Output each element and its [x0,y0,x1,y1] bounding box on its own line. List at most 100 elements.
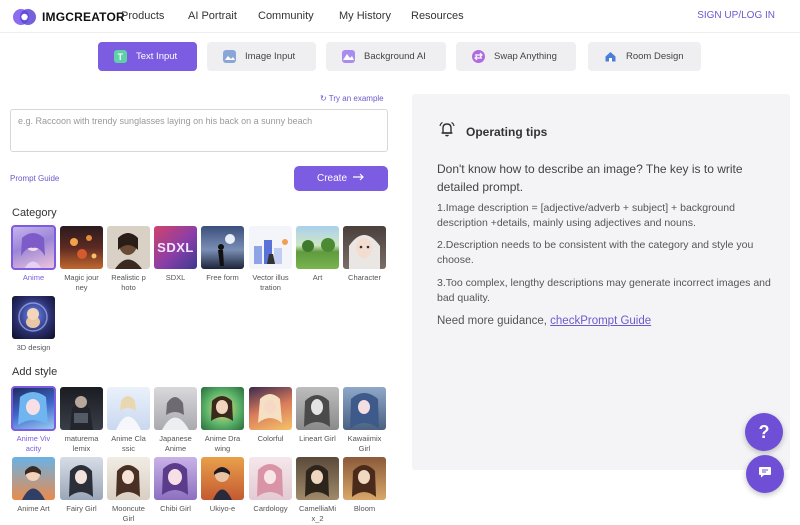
style-thumbnail [296,457,339,500]
style-chibi-girl[interactable]: Chibi Girl [154,457,197,514]
category-thumbnail: SDXL [154,226,197,269]
top-navigation: IMGCREATOR Products AI Portrait Communit… [0,0,800,33]
guidance-text: Need more guidance, checkPrompt Guide [437,315,651,327]
tab-background-ai[interactable]: Background AI [326,42,446,71]
background-ai-icon [342,50,355,63]
category-thumbnail [343,226,386,269]
style-label: Anime Cla ssic [111,434,146,453]
style-label: Anime Dra wing [204,434,241,453]
check-prompt-guide-link[interactable]: checkPrompt Guide [550,315,651,327]
nav-products[interactable]: Products [121,10,164,22]
category-thumbnail [11,225,56,270]
category-thumbnail [107,226,150,269]
style-thumbnail [60,387,103,430]
category-label: Realistic p hoto [111,273,146,292]
bell-icon [438,120,456,143]
add-style-title: Add style [12,366,58,378]
category-realistic-photo[interactable]: Realistic p hoto [107,226,150,293]
style-camelliamix-2[interactable]: CamelliaMi x_2 [296,457,339,524]
tab-swap-anything[interactable]: Swap Anything [456,42,576,71]
category-title: Category [12,207,57,219]
tab-image-input[interactable]: Image Input [207,42,316,71]
guidance-prefix: Need more guidance, [437,315,551,327]
style-thumbnail [11,386,56,431]
style-label: Cardology [253,504,288,513]
swap-anything-icon [472,50,485,63]
nav-resources[interactable]: Resources [411,10,464,22]
style-label: Colorful [257,434,284,443]
style-thumbnail [107,387,150,430]
tab-text-input[interactable]: T Text Input [98,42,197,71]
style-kawaiimix-girl[interactable]: Kawaiimix Girl [343,387,386,454]
category-3d-design[interactable]: 3D design [12,296,55,353]
style-anime-vivacity[interactable]: Anime Viv acity [11,386,56,454]
category-free-form[interactable]: Free form [201,226,244,283]
prompt-input[interactable] [10,109,388,152]
tab-label: Text Input [136,51,178,62]
style-colorful[interactable]: Colorful [249,387,292,444]
category-thumbnail [60,226,103,269]
style-fairy-girl[interactable]: Fairy Girl [60,457,103,514]
nav-community[interactable]: Community [258,10,314,22]
style-thumbnail [249,387,292,430]
category-vector-illustration[interactable]: Vector illus tration [249,226,292,293]
try-example-link[interactable]: ↻ Try an example [320,94,384,103]
style-japanese-anime[interactable]: Japanese Anime [154,387,197,454]
style-anime-classic[interactable]: Anime Cla ssic [107,387,150,454]
style-label: Chibi Girl [160,504,191,513]
try-example-label: Try an example [328,94,384,103]
nav-ai-portrait[interactable]: AI Portrait [188,10,237,22]
style-label: Anime Viv acity [16,434,51,453]
chat-icon [757,464,773,485]
style-label: Fairy Girl [66,504,97,513]
arrow-right-icon [353,173,365,184]
prompt-guide-link[interactable]: Prompt Guide [10,174,59,183]
style-thumbnail [154,387,197,430]
style-thumbnail [343,457,386,500]
tips-header: Operating tips [438,120,547,143]
tip-item: 3.Too complex, lengthy descriptions may … [437,277,771,304]
category-anime[interactable]: Anime [11,225,56,283]
create-label: Create [316,173,347,184]
category-label: Vector illus tration [252,273,289,292]
category-thumbnail [296,226,339,269]
category-sdxl[interactable]: SDXL SDXL [154,226,197,283]
image-input-icon [223,50,236,63]
category-label: Character [348,273,381,282]
category-art[interactable]: Art [296,226,339,283]
style-label: Lineart Girl [299,434,336,443]
style-lineart-girl[interactable]: Lineart Girl [296,387,339,444]
tab-room-design[interactable]: Room Design [588,42,701,71]
style-thumbnail [107,457,150,500]
help-button[interactable]: ? [745,413,783,451]
tip-item: 2.Description needs to be consistent wit… [437,239,754,266]
style-label: CamelliaMi x_2 [298,504,337,523]
brand-logo[interactable]: IMGCREATOR [12,7,125,27]
style-anime-drawing[interactable]: Anime Dra wing [201,387,244,454]
category-label: Magic jour ney [64,273,99,292]
style-label: Kawaiimix Girl [347,434,382,453]
tab-label: Swap Anything [494,51,557,62]
style-label: Mooncute Girl [112,504,145,523]
chat-button[interactable] [746,455,784,493]
style-anime-art[interactable]: Anime Art [12,457,55,514]
style-thumbnail [60,457,103,500]
create-button[interactable]: Create [294,166,388,191]
style-label: Anime Art [17,504,50,513]
sdxl-text: SDXL [157,240,194,255]
style-ukiyo-e[interactable]: Ukiyo-e [201,457,244,514]
style-cardology[interactable]: Cardology [249,457,292,514]
style-maturemalemix[interactable]: maturema lemix [60,387,103,454]
category-thumbnail [12,296,55,339]
style-bloom[interactable]: Bloom [343,457,386,514]
signup-login-link[interactable]: SIGN UP/LOG IN [697,10,775,21]
question-icon: ? [758,421,770,442]
category-character[interactable]: Character [343,226,386,283]
style-thumbnail [201,457,244,500]
tips-lead-text: Don't know how to describe an image? The… [437,162,743,194]
category-magic-journey[interactable]: Magic jour ney [60,226,103,293]
style-mooncute-girl[interactable]: Mooncute Girl [107,457,150,524]
svg-text:T: T [118,52,124,62]
nav-my-history[interactable]: My History [339,10,391,22]
category-thumbnail [201,226,244,269]
